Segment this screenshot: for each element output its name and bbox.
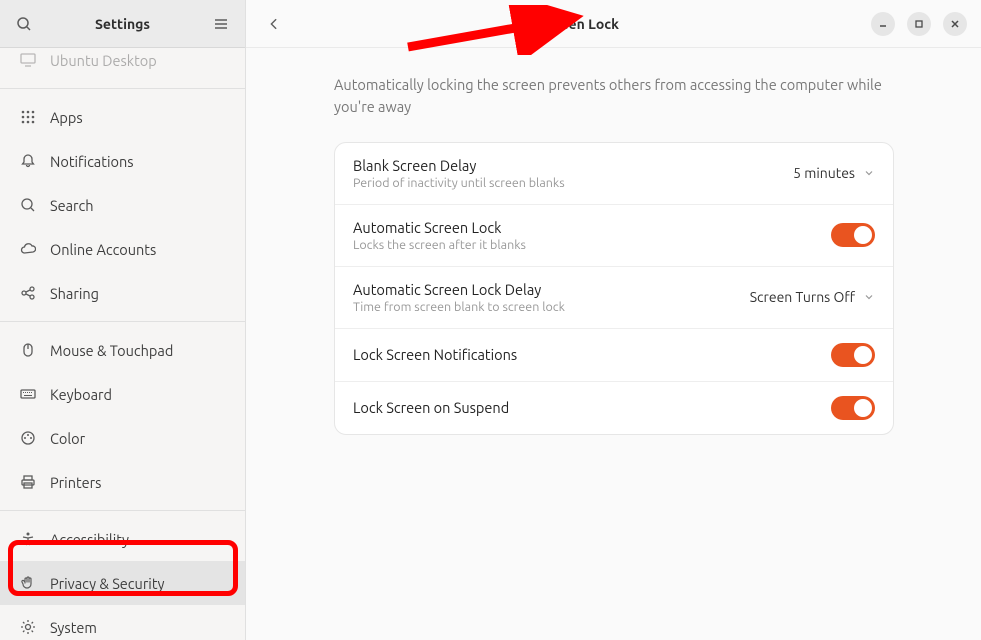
back-button[interactable] <box>260 10 288 38</box>
sidebar-search-button[interactable] <box>12 12 36 36</box>
maximize-icon <box>914 19 924 29</box>
sidebar-item-system[interactable]: System <box>0 605 245 640</box>
lock-screen-notifications-toggle[interactable] <box>831 343 875 367</box>
row-desc: Period of inactivity until screen blanks <box>353 176 793 190</box>
sidebar-item-label: Privacy & Security <box>50 575 165 592</box>
lock-screen-on-suspend-toggle[interactable] <box>831 396 875 420</box>
row-title: Lock Screen Notifications <box>353 346 831 363</box>
row-title: Automatic Screen Lock Delay <box>353 281 750 298</box>
sidebar-item-label: Ubuntu Desktop <box>50 52 157 69</box>
row-desc: Time from screen blank to screen lock <box>353 300 750 314</box>
row-automatic-screen-lock: Automatic Screen Lock Locks the screen a… <box>335 205 893 267</box>
grid-icon <box>20 109 36 125</box>
sidebar-header: Settings <box>0 0 245 48</box>
sidebar-item-keyboard[interactable]: Keyboard <box>0 372 245 416</box>
row-labels: Blank Screen Delay Period of inactivity … <box>353 157 793 190</box>
main-menu-button[interactable] <box>209 12 233 36</box>
close-button[interactable] <box>943 12 967 36</box>
sidebar-item-label: Mouse & Touchpad <box>50 342 173 359</box>
row-value: 5 minutes <box>793 165 855 181</box>
row-labels: Automatic Screen Lock Delay Time from sc… <box>353 281 750 314</box>
sidebar-item-label: Printers <box>50 474 101 491</box>
share-icon <box>20 285 36 301</box>
sidebar-item-label: Color <box>50 430 85 447</box>
sidebar-item-label: Online Accounts <box>50 241 156 258</box>
row-automatic-screen-lock-delay[interactable]: Automatic Screen Lock Delay Time from sc… <box>335 267 893 329</box>
sidebar-item-label: Accessibility <box>50 531 129 548</box>
sidebar-title: Settings <box>36 16 209 32</box>
settings-panel: Blank Screen Delay Period of inactivity … <box>334 142 894 435</box>
sidebar-item-label: Keyboard <box>50 386 112 403</box>
row-lock-screen-on-suspend: Lock Screen on Suspend <box>335 382 893 434</box>
printer-icon <box>20 474 36 490</box>
sidebar-item-accessibility[interactable]: Accessibility <box>0 517 245 561</box>
divider <box>0 510 245 511</box>
sidebar-item-label: Search <box>50 197 94 214</box>
display-icon <box>20 52 36 68</box>
accessibility-icon <box>20 531 36 547</box>
minimize-button[interactable] <box>871 12 895 36</box>
row-labels: Lock Screen Notifications <box>353 346 831 363</box>
sidebar-item-mouse-touchpad[interactable]: Mouse & Touchpad <box>0 328 245 372</box>
sidebar-list[interactable]: Ubuntu Desktop Apps Notifications Search… <box>0 48 245 640</box>
page-subtitle: Automatically locking the screen prevent… <box>334 74 894 118</box>
chevron-down-icon <box>863 167 875 179</box>
maximize-button[interactable] <box>907 12 931 36</box>
divider <box>0 88 245 89</box>
page-title: Screen Lock <box>288 16 871 32</box>
row-value: Screen Turns Off <box>750 289 855 305</box>
window-controls <box>871 12 967 36</box>
row-title: Automatic Screen Lock <box>353 219 831 236</box>
hand-icon <box>20 575 36 591</box>
row-desc: Locks the screen after it blanks <box>353 238 831 252</box>
close-icon <box>950 19 960 29</box>
main-panel: Screen Lock Automatically locking the sc… <box>246 0 981 640</box>
sidebar-item-sharing[interactable]: Sharing <box>0 271 245 315</box>
row-lock-screen-notifications: Lock Screen Notifications <box>335 329 893 382</box>
chevron-left-icon <box>267 17 281 31</box>
sidebar-item-printers[interactable]: Printers <box>0 460 245 504</box>
sidebar-item-label: Sharing <box>50 285 99 302</box>
row-title: Blank Screen Delay <box>353 157 793 174</box>
row-blank-screen-delay[interactable]: Blank Screen Delay Period of inactivity … <box>335 143 893 205</box>
sidebar-item-notifications[interactable]: Notifications <box>0 139 245 183</box>
sidebar-item-search[interactable]: Search <box>0 183 245 227</box>
gear-icon <box>20 619 36 635</box>
content-area: Automatically locking the screen prevent… <box>246 48 981 640</box>
row-labels: Automatic Screen Lock Locks the screen a… <box>353 219 831 252</box>
sidebar: Settings Ubuntu Desktop Apps Notificatio… <box>0 0 246 640</box>
search-icon <box>20 197 36 213</box>
automatic-screen-lock-toggle[interactable] <box>831 223 875 247</box>
titlebar: Screen Lock <box>246 0 981 48</box>
sidebar-item-privacy-security[interactable]: Privacy & Security <box>0 561 245 605</box>
sidebar-item-label: Notifications <box>50 153 134 170</box>
row-title: Lock Screen on Suspend <box>353 399 831 416</box>
sidebar-item-color[interactable]: Color <box>0 416 245 460</box>
sidebar-item-ubuntu-desktop[interactable]: Ubuntu Desktop <box>0 48 245 82</box>
divider <box>0 321 245 322</box>
sidebar-item-label: Apps <box>50 109 83 126</box>
mouse-icon <box>20 342 36 358</box>
sidebar-item-apps[interactable]: Apps <box>0 95 245 139</box>
row-labels: Lock Screen on Suspend <box>353 399 831 416</box>
sidebar-item-label: System <box>50 619 97 636</box>
sidebar-item-online-accounts[interactable]: Online Accounts <box>0 227 245 271</box>
keyboard-icon <box>20 386 36 402</box>
search-icon <box>16 16 32 32</box>
minimize-icon <box>878 19 888 29</box>
chevron-down-icon <box>863 291 875 303</box>
cloud-icon <box>20 241 36 257</box>
color-icon <box>20 430 36 446</box>
hamburger-icon <box>213 16 229 32</box>
bell-icon <box>20 153 36 169</box>
